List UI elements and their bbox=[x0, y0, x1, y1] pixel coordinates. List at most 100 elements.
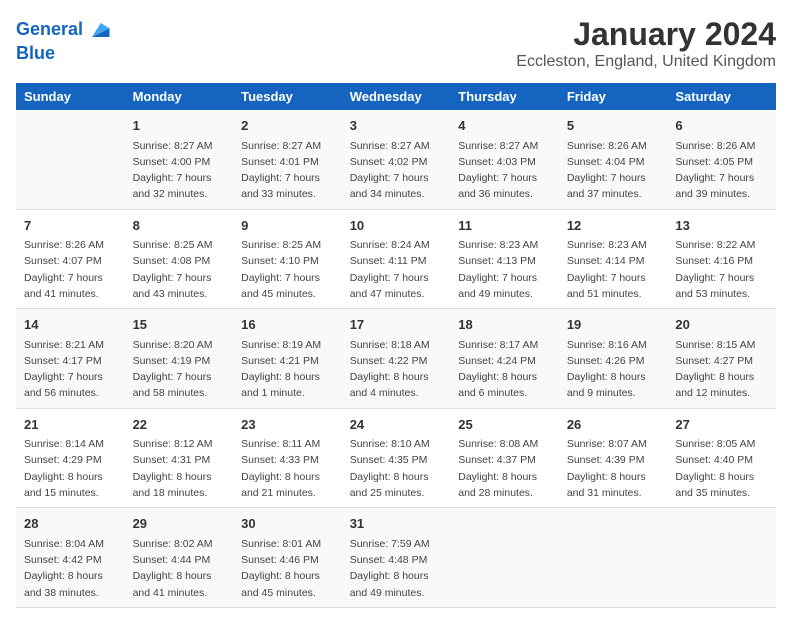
day-number: 21 bbox=[24, 415, 117, 435]
header-monday: Monday bbox=[125, 83, 234, 110]
day-number: 22 bbox=[133, 415, 226, 435]
title-area: January 2024 Eccleston, England, United … bbox=[516, 16, 776, 71]
logo-icon bbox=[85, 16, 113, 44]
day-info: Sunrise: 8:27 AMSunset: 4:02 PMDaylight:… bbox=[350, 138, 443, 203]
day-number: 15 bbox=[133, 315, 226, 335]
day-number: 26 bbox=[567, 415, 660, 435]
day-info: Sunrise: 8:27 AMSunset: 4:03 PMDaylight:… bbox=[458, 138, 551, 203]
day-number: 18 bbox=[458, 315, 551, 335]
calendar-cell: 2Sunrise: 8:27 AMSunset: 4:01 PMDaylight… bbox=[233, 110, 342, 209]
calendar-cell: 25Sunrise: 8:08 AMSunset: 4:37 PMDayligh… bbox=[450, 408, 559, 508]
calendar-cell: 30Sunrise: 8:01 AMSunset: 4:46 PMDayligh… bbox=[233, 508, 342, 608]
day-info: Sunrise: 8:01 AMSunset: 4:46 PMDaylight:… bbox=[241, 536, 334, 601]
calendar-cell: 21Sunrise: 8:14 AMSunset: 4:29 PMDayligh… bbox=[16, 408, 125, 508]
day-info: Sunrise: 8:17 AMSunset: 4:24 PMDaylight:… bbox=[458, 337, 551, 402]
day-number: 23 bbox=[241, 415, 334, 435]
day-number: 5 bbox=[567, 116, 660, 136]
day-number: 14 bbox=[24, 315, 117, 335]
subtitle: Eccleston, England, United Kingdom bbox=[516, 53, 776, 71]
calendar-cell: 13Sunrise: 8:22 AMSunset: 4:16 PMDayligh… bbox=[667, 209, 776, 309]
logo: General Blue bbox=[16, 16, 113, 64]
day-info: Sunrise: 8:14 AMSunset: 4:29 PMDaylight:… bbox=[24, 436, 117, 501]
day-info: Sunrise: 8:26 AMSunset: 4:07 PMDaylight:… bbox=[24, 237, 117, 302]
calendar-cell: 14Sunrise: 8:21 AMSunset: 4:17 PMDayligh… bbox=[16, 309, 125, 409]
calendar-cell: 9Sunrise: 8:25 AMSunset: 4:10 PMDaylight… bbox=[233, 209, 342, 309]
calendar-cell: 6Sunrise: 8:26 AMSunset: 4:05 PMDaylight… bbox=[667, 110, 776, 209]
day-info: Sunrise: 8:24 AMSunset: 4:11 PMDaylight:… bbox=[350, 237, 443, 302]
day-number: 28 bbox=[24, 514, 117, 534]
day-info: Sunrise: 8:25 AMSunset: 4:10 PMDaylight:… bbox=[241, 237, 334, 302]
calendar-cell bbox=[16, 110, 125, 209]
day-number: 29 bbox=[133, 514, 226, 534]
day-info: Sunrise: 8:21 AMSunset: 4:17 PMDaylight:… bbox=[24, 337, 117, 402]
calendar-week-row: 7Sunrise: 8:26 AMSunset: 4:07 PMDaylight… bbox=[16, 209, 776, 309]
day-info: Sunrise: 8:11 AMSunset: 4:33 PMDaylight:… bbox=[241, 436, 334, 501]
day-info: Sunrise: 7:59 AMSunset: 4:48 PMDaylight:… bbox=[350, 536, 443, 601]
header-sunday: Sunday bbox=[16, 83, 125, 110]
day-number: 1 bbox=[133, 116, 226, 136]
calendar-cell bbox=[559, 508, 668, 608]
day-info: Sunrise: 8:27 AMSunset: 4:00 PMDaylight:… bbox=[133, 138, 226, 203]
day-info: Sunrise: 8:05 AMSunset: 4:40 PMDaylight:… bbox=[675, 436, 768, 501]
day-info: Sunrise: 8:25 AMSunset: 4:08 PMDaylight:… bbox=[133, 237, 226, 302]
calendar-cell: 16Sunrise: 8:19 AMSunset: 4:21 PMDayligh… bbox=[233, 309, 342, 409]
main-title: January 2024 bbox=[516, 16, 776, 53]
day-number: 20 bbox=[675, 315, 768, 335]
day-info: Sunrise: 8:04 AMSunset: 4:42 PMDaylight:… bbox=[24, 536, 117, 601]
day-number: 31 bbox=[350, 514, 443, 534]
header: General Blue January 2024 Eccleston, Eng… bbox=[16, 16, 776, 71]
day-number: 9 bbox=[241, 216, 334, 236]
day-info: Sunrise: 8:15 AMSunset: 4:27 PMDaylight:… bbox=[675, 337, 768, 402]
calendar-cell: 7Sunrise: 8:26 AMSunset: 4:07 PMDaylight… bbox=[16, 209, 125, 309]
calendar-cell: 1Sunrise: 8:27 AMSunset: 4:00 PMDaylight… bbox=[125, 110, 234, 209]
day-number: 19 bbox=[567, 315, 660, 335]
day-info: Sunrise: 8:19 AMSunset: 4:21 PMDaylight:… bbox=[241, 337, 334, 402]
header-tuesday: Tuesday bbox=[233, 83, 342, 110]
calendar-cell: 18Sunrise: 8:17 AMSunset: 4:24 PMDayligh… bbox=[450, 309, 559, 409]
day-info: Sunrise: 8:23 AMSunset: 4:13 PMDaylight:… bbox=[458, 237, 551, 302]
header-thursday: Thursday bbox=[450, 83, 559, 110]
day-number: 3 bbox=[350, 116, 443, 136]
day-number: 4 bbox=[458, 116, 551, 136]
day-info: Sunrise: 8:20 AMSunset: 4:19 PMDaylight:… bbox=[133, 337, 226, 402]
day-number: 11 bbox=[458, 216, 551, 236]
calendar-cell: 5Sunrise: 8:26 AMSunset: 4:04 PMDaylight… bbox=[559, 110, 668, 209]
calendar-cell: 12Sunrise: 8:23 AMSunset: 4:14 PMDayligh… bbox=[559, 209, 668, 309]
calendar-cell: 11Sunrise: 8:23 AMSunset: 4:13 PMDayligh… bbox=[450, 209, 559, 309]
calendar-cell: 26Sunrise: 8:07 AMSunset: 4:39 PMDayligh… bbox=[559, 408, 668, 508]
header-saturday: Saturday bbox=[667, 83, 776, 110]
day-number: 27 bbox=[675, 415, 768, 435]
day-info: Sunrise: 8:26 AMSunset: 4:05 PMDaylight:… bbox=[675, 138, 768, 203]
day-info: Sunrise: 8:18 AMSunset: 4:22 PMDaylight:… bbox=[350, 337, 443, 402]
day-info: Sunrise: 8:12 AMSunset: 4:31 PMDaylight:… bbox=[133, 436, 226, 501]
calendar-week-row: 28Sunrise: 8:04 AMSunset: 4:42 PMDayligh… bbox=[16, 508, 776, 608]
calendar-cell: 27Sunrise: 8:05 AMSunset: 4:40 PMDayligh… bbox=[667, 408, 776, 508]
day-number: 16 bbox=[241, 315, 334, 335]
day-info: Sunrise: 8:02 AMSunset: 4:44 PMDaylight:… bbox=[133, 536, 226, 601]
logo-line2: Blue bbox=[16, 44, 113, 64]
calendar-cell: 24Sunrise: 8:10 AMSunset: 4:35 PMDayligh… bbox=[342, 408, 451, 508]
calendar-week-row: 14Sunrise: 8:21 AMSunset: 4:17 PMDayligh… bbox=[16, 309, 776, 409]
day-info: Sunrise: 8:16 AMSunset: 4:26 PMDaylight:… bbox=[567, 337, 660, 402]
day-info: Sunrise: 8:07 AMSunset: 4:39 PMDaylight:… bbox=[567, 436, 660, 501]
calendar-cell: 22Sunrise: 8:12 AMSunset: 4:31 PMDayligh… bbox=[125, 408, 234, 508]
calendar-cell: 20Sunrise: 8:15 AMSunset: 4:27 PMDayligh… bbox=[667, 309, 776, 409]
calendar-cell: 29Sunrise: 8:02 AMSunset: 4:44 PMDayligh… bbox=[125, 508, 234, 608]
calendar-cell: 3Sunrise: 8:27 AMSunset: 4:02 PMDaylight… bbox=[342, 110, 451, 209]
calendar-cell: 15Sunrise: 8:20 AMSunset: 4:19 PMDayligh… bbox=[125, 309, 234, 409]
calendar-table: SundayMondayTuesdayWednesdayThursdayFrid… bbox=[16, 83, 776, 608]
logo-text: General bbox=[16, 20, 83, 40]
day-number: 6 bbox=[675, 116, 768, 136]
day-number: 8 bbox=[133, 216, 226, 236]
calendar-week-row: 1Sunrise: 8:27 AMSunset: 4:00 PMDaylight… bbox=[16, 110, 776, 209]
calendar-cell: 17Sunrise: 8:18 AMSunset: 4:22 PMDayligh… bbox=[342, 309, 451, 409]
day-info: Sunrise: 8:27 AMSunset: 4:01 PMDaylight:… bbox=[241, 138, 334, 203]
day-info: Sunrise: 8:23 AMSunset: 4:14 PMDaylight:… bbox=[567, 237, 660, 302]
day-number: 10 bbox=[350, 216, 443, 236]
calendar-cell: 10Sunrise: 8:24 AMSunset: 4:11 PMDayligh… bbox=[342, 209, 451, 309]
header-friday: Friday bbox=[559, 83, 668, 110]
day-info: Sunrise: 8:08 AMSunset: 4:37 PMDaylight:… bbox=[458, 436, 551, 501]
calendar-cell: 8Sunrise: 8:25 AMSunset: 4:08 PMDaylight… bbox=[125, 209, 234, 309]
calendar-cell: 4Sunrise: 8:27 AMSunset: 4:03 PMDaylight… bbox=[450, 110, 559, 209]
day-number: 25 bbox=[458, 415, 551, 435]
